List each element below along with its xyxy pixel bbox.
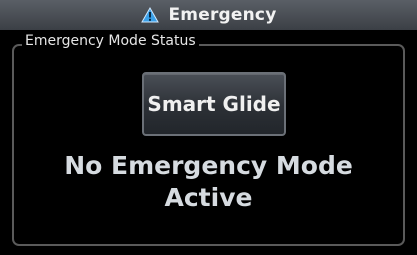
status-line-2: Active (164, 183, 253, 212)
emergency-status-text: No Emergency Mode Active (12, 150, 405, 214)
page-title: Emergency (168, 5, 277, 25)
smart-glide-button[interactable]: Smart Glide (142, 72, 286, 136)
status-line-1: No Emergency Mode (64, 151, 353, 180)
title-bar: Emergency (0, 0, 417, 30)
emergency-screen: Emergency Emergency Mode Status Smart Gl… (0, 0, 417, 255)
warning-triangle-icon (140, 6, 160, 24)
panel-legend: Emergency Mode Status (22, 33, 199, 49)
